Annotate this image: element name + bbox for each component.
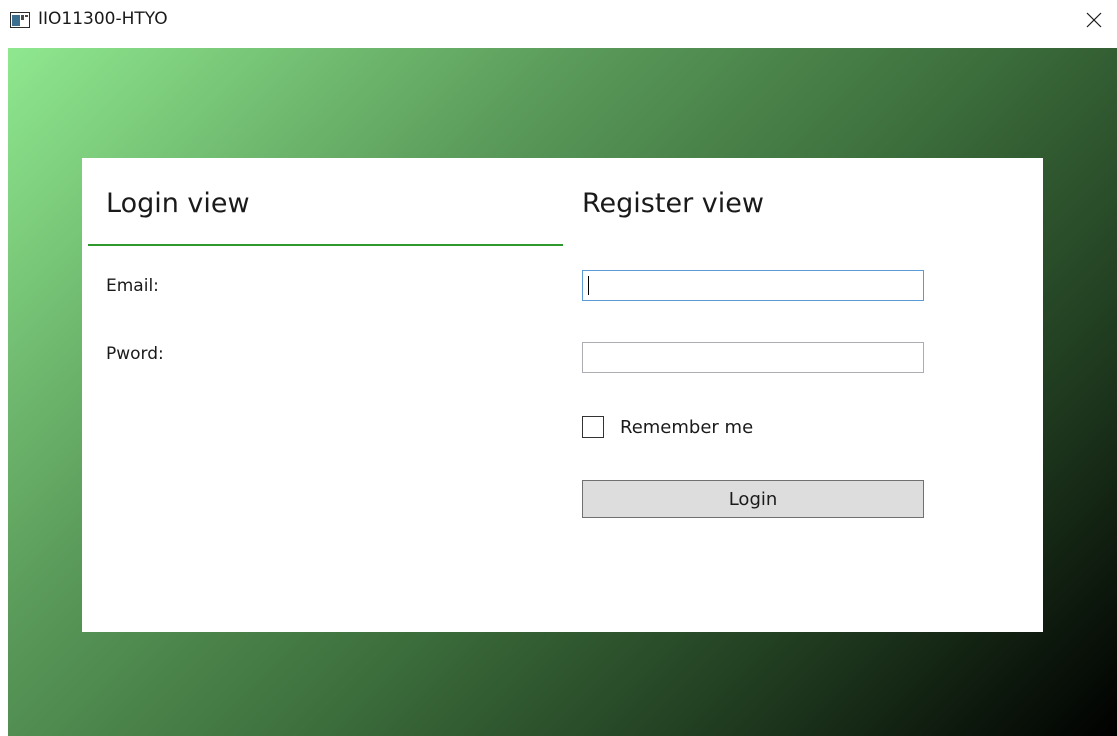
gradient-background: Login view Register view Email: Pword: R… [8, 48, 1117, 736]
remember-me-checkbox[interactable]: Remember me [582, 416, 753, 438]
email-label: Email: [106, 276, 159, 296]
login-view-header: Login view [106, 188, 250, 219]
text-caret [588, 276, 589, 295]
title-bar: IIO11300-HTYO [0, 0, 1117, 44]
views-panel: Login view Register view Email: Pword: R… [82, 158, 1043, 632]
password-input[interactable] [582, 342, 924, 373]
app-window: IIO11300-HTYO Login view Register view E… [0, 0, 1117, 736]
email-input[interactable] [582, 270, 924, 301]
close-icon [1086, 12, 1102, 32]
window-title: IIO11300-HTYO [38, 9, 168, 29]
password-label: Pword: [106, 344, 164, 364]
close-button[interactable] [1071, 0, 1117, 44]
remember-me-label: Remember me [620, 416, 754, 438]
login-view-underline [88, 244, 563, 246]
app-window-icon [10, 12, 30, 28]
register-view-header: Register view [582, 188, 764, 219]
checkbox-box[interactable] [582, 416, 604, 438]
login-button[interactable]: Login [582, 480, 924, 518]
